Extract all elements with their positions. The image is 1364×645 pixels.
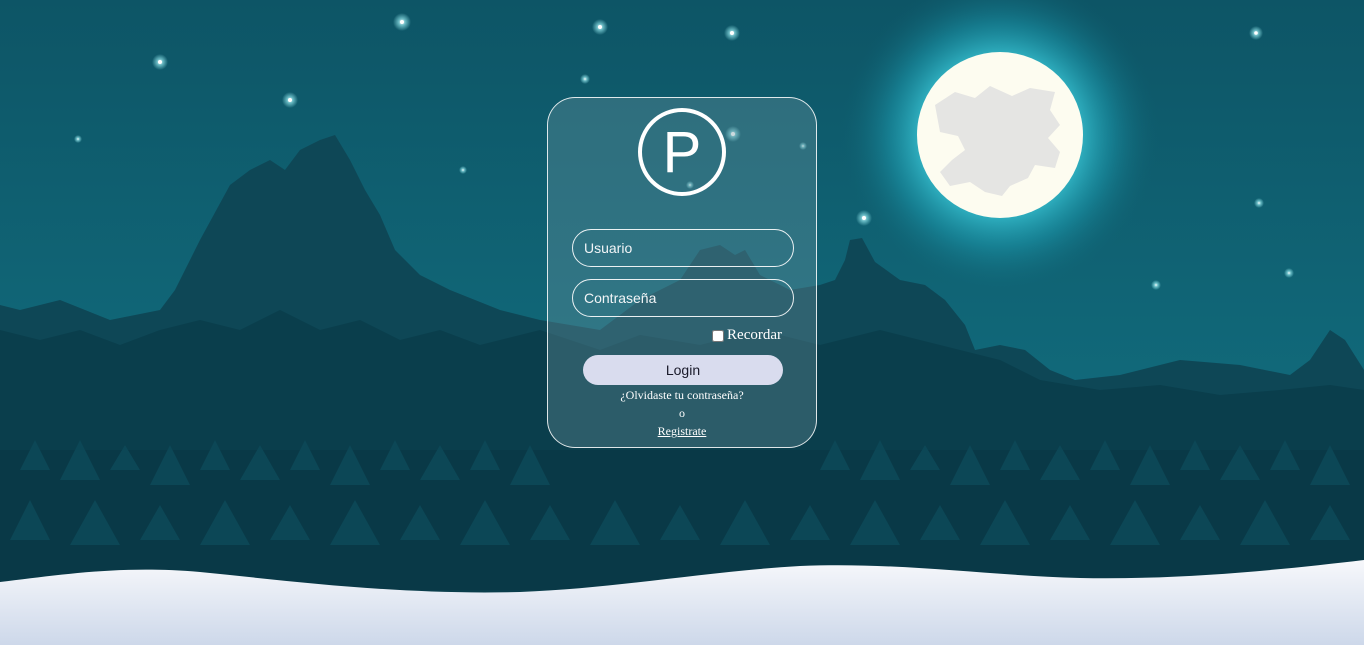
register-row: Registrate: [548, 424, 816, 439]
remember-label: Recordar: [727, 327, 782, 343]
login-button[interactable]: Login: [583, 355, 783, 385]
password-input[interactable]: [572, 279, 794, 317]
logo-p-circle-icon: P: [638, 108, 726, 196]
remember-checkbox[interactable]: [712, 329, 725, 342]
username-input[interactable]: [572, 229, 794, 267]
forgot-password-link[interactable]: ¿Olvidaste tu contraseña?: [548, 388, 816, 403]
or-separator: o: [679, 406, 685, 420]
register-link[interactable]: Registrate: [658, 424, 707, 438]
remember-option[interactable]: Recordar: [712, 327, 782, 344]
logo-letter: P: [662, 120, 702, 185]
login-card: P Recordar Login ¿Olvidaste tu contraseñ…: [547, 97, 817, 448]
